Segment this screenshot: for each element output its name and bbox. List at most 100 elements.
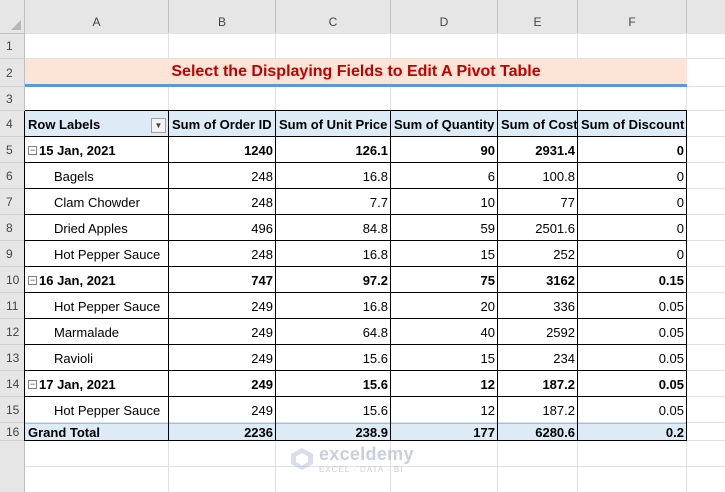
row-header[interactable]: 10	[0, 267, 25, 293]
pivot-value-cell[interactable]: 15	[391, 345, 498, 371]
pivot-value-cell[interactable]: 2931.4	[498, 137, 578, 163]
pivot-value-cell[interactable]: 3162	[498, 267, 578, 293]
grand-total-value[interactable]: 177	[391, 423, 498, 441]
column-header-f[interactable]: F	[578, 0, 687, 34]
pivot-value-cell[interactable]: 16.8	[276, 293, 391, 319]
column-header-c[interactable]: C	[276, 0, 391, 34]
pivot-value-cell[interactable]: 2592	[498, 319, 578, 345]
pivot-value-cell[interactable]: 747	[169, 267, 276, 293]
pivot-value-cell[interactable]: 90	[391, 137, 498, 163]
column-header-d[interactable]: D	[391, 0, 498, 34]
row-header[interactable]: 15	[0, 397, 25, 423]
row-header[interactable]: 11	[0, 293, 25, 319]
row-header[interactable]: 7	[0, 189, 25, 215]
pivot-value-cell[interactable]: 77	[498, 189, 578, 215]
pivot-value-cell[interactable]: 2501.6	[498, 215, 578, 241]
pivot-value-cell[interactable]: 40	[391, 319, 498, 345]
pivot-value-cell[interactable]: 248	[169, 189, 276, 215]
row-header[interactable]: 3	[0, 87, 25, 111]
row-header[interactable]: 8	[0, 215, 25, 241]
pivot-item-label[interactable]: Ravioli	[25, 345, 169, 371]
pivot-value-cell[interactable]: 248	[169, 241, 276, 267]
grand-total-value[interactable]: 238.9	[276, 423, 391, 441]
pivot-item-label[interactable]: Clam Chowder	[25, 189, 169, 215]
pivot-value-cell[interactable]: 10	[391, 189, 498, 215]
pivot-value-cell[interactable]: 336	[498, 293, 578, 319]
pivot-header-1[interactable]: Sum of Order ID	[169, 111, 276, 137]
grand-total-value[interactable]: 0.2	[578, 423, 687, 441]
pivot-value-cell[interactable]: 0.05	[578, 319, 687, 345]
column-header-e[interactable]: E	[498, 0, 578, 34]
pivot-value-cell[interactable]: 234	[498, 345, 578, 371]
row-header[interactable]: 14	[0, 371, 25, 397]
pivot-value-cell[interactable]: 15.6	[276, 345, 391, 371]
pivot-value-cell[interactable]: 6	[391, 163, 498, 189]
pivot-value-cell[interactable]: 16.8	[276, 163, 391, 189]
pivot-value-cell[interactable]: 97.2	[276, 267, 391, 293]
pivot-value-cell[interactable]: 249	[169, 371, 276, 397]
row-header[interactable]: 6	[0, 163, 25, 189]
pivot-value-cell[interactable]: 126.1	[276, 137, 391, 163]
column-header-a[interactable]: A	[25, 0, 169, 34]
grand-total-label[interactable]: Grand Total	[25, 423, 169, 441]
pivot-value-cell[interactable]: 252	[498, 241, 578, 267]
select-all-corner[interactable]	[0, 0, 25, 34]
grand-total-value[interactable]: 2236	[169, 423, 276, 441]
pivot-value-cell[interactable]: 0	[578, 215, 687, 241]
pivot-value-cell[interactable]: 75	[391, 267, 498, 293]
pivot-value-cell[interactable]: 496	[169, 215, 276, 241]
pivot-value-cell[interactable]: 12	[391, 397, 498, 423]
pivot-value-cell[interactable]: 15.6	[276, 397, 391, 423]
pivot-value-cell[interactable]: 1240	[169, 137, 276, 163]
row-header[interactable]: 16	[0, 423, 25, 441]
row-header[interactable]: 5	[0, 137, 25, 163]
row-header[interactable]: 12	[0, 319, 25, 345]
column-header-b[interactable]: B	[169, 0, 276, 34]
pivot-value-cell[interactable]: 84.8	[276, 215, 391, 241]
pivot-value-cell[interactable]: 249	[169, 397, 276, 423]
row-header[interactable]: 4	[0, 111, 25, 137]
pivot-header-3[interactable]: Sum of Quantity	[391, 111, 498, 137]
row-header[interactable]: 13	[0, 345, 25, 371]
filter-dropdown-icon[interactable]: ▼	[151, 118, 166, 133]
pivot-group-label[interactable]: −15 Jan, 2021	[25, 137, 169, 163]
row-header[interactable]: 1	[0, 34, 25, 59]
pivot-value-cell[interactable]: 0.05	[578, 371, 687, 397]
pivot-value-cell[interactable]: 248	[169, 163, 276, 189]
pivot-value-cell[interactable]: 249	[169, 345, 276, 371]
pivot-value-cell[interactable]: 59	[391, 215, 498, 241]
column-header-g[interactable]	[687, 0, 725, 34]
pivot-item-label[interactable]: Hot Pepper Sauce	[25, 293, 169, 319]
pivot-header-row-labels[interactable]: Row Labels	[25, 111, 169, 137]
pivot-value-cell[interactable]: 15.6	[276, 371, 391, 397]
grand-total-value[interactable]: 6280.6	[498, 423, 578, 441]
pivot-item-label[interactable]: Bagels	[25, 163, 169, 189]
collapse-icon[interactable]: −	[28, 379, 37, 389]
pivot-value-cell[interactable]: 187.2	[498, 397, 578, 423]
pivot-value-cell[interactable]: 187.2	[498, 371, 578, 397]
pivot-value-cell[interactable]: 16.8	[276, 241, 391, 267]
pivot-value-cell[interactable]: 0.15	[578, 267, 687, 293]
pivot-group-label[interactable]: −17 Jan, 2021	[25, 371, 169, 397]
row-header[interactable]: 2	[0, 59, 25, 87]
collapse-icon[interactable]: −	[28, 275, 37, 285]
pivot-value-cell[interactable]: 64.8	[276, 319, 391, 345]
pivot-value-cell[interactable]: 20	[391, 293, 498, 319]
pivot-value-cell[interactable]: 0	[578, 137, 687, 163]
pivot-item-label[interactable]: Marmalade	[25, 319, 169, 345]
pivot-value-cell[interactable]: 0.05	[578, 397, 687, 423]
row-header[interactable]: 9	[0, 241, 25, 267]
pivot-item-label[interactable]: Hot Pepper Sauce	[25, 397, 169, 423]
pivot-value-cell[interactable]: 100.8	[498, 163, 578, 189]
pivot-header-5[interactable]: Sum of Discount	[578, 111, 687, 137]
pivot-value-cell[interactable]: 0.05	[578, 345, 687, 371]
pivot-header-4[interactable]: Sum of Cost	[498, 111, 578, 137]
pivot-value-cell[interactable]: 0	[578, 163, 687, 189]
pivot-item-label[interactable]: Dried Apples	[25, 215, 169, 241]
pivot-value-cell[interactable]: 0	[578, 189, 687, 215]
pivot-group-label[interactable]: −16 Jan, 2021	[25, 267, 169, 293]
pivot-value-cell[interactable]: 0.05	[578, 293, 687, 319]
collapse-icon[interactable]: −	[28, 145, 37, 155]
pivot-value-cell[interactable]: 7.7	[276, 189, 391, 215]
pivot-item-label[interactable]: Hot Pepper Sauce	[25, 241, 169, 267]
